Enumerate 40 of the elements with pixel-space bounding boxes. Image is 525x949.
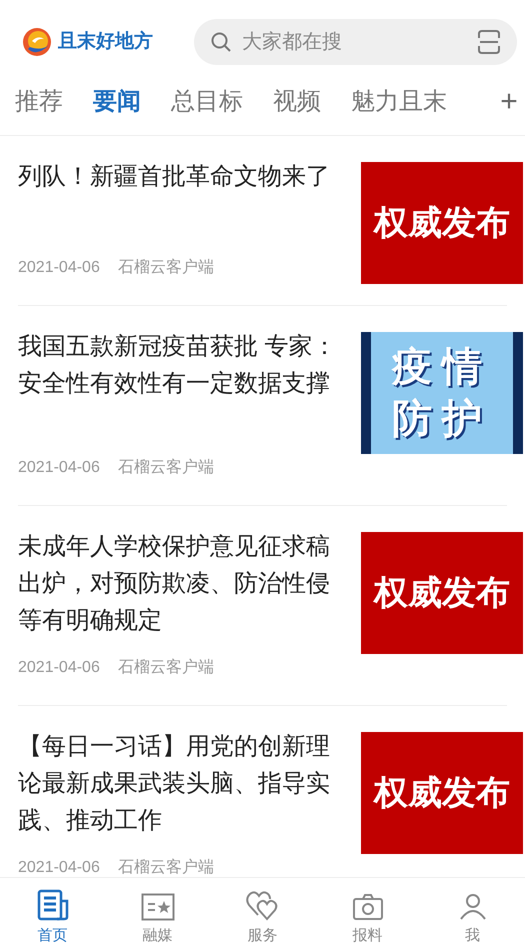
- hearts-icon: [246, 888, 280, 920]
- search-input[interactable]: 大家都在搜: [242, 19, 467, 65]
- thumbnail-banner[interactable]: 权威发布: [361, 162, 523, 284]
- star-card-icon: [140, 892, 174, 920]
- thumbnail-banner[interactable]: 权威发布: [361, 532, 523, 654]
- article-source: 石榴云客户端: [118, 258, 214, 278]
- article-title[interactable]: 【每日一习话】用党的创新理论最新成果武装头脑、指导实践、推动工作: [18, 728, 339, 839]
- category-tab[interactable]: 总目标: [171, 84, 243, 120]
- nav-tab[interactable]: 融媒: [105, 878, 210, 949]
- nav-tab[interactable]: 首页: [0, 878, 105, 949]
- banner-text: 权威发布: [374, 772, 510, 814]
- logo-icon: [22, 27, 52, 57]
- article-title[interactable]: 列队！新疆首批革命文物来了: [18, 158, 339, 195]
- article-source: 石榴云客户端: [118, 858, 214, 877]
- nav-tab[interactable]: 服务: [210, 878, 315, 949]
- banner-text: 防护: [392, 396, 492, 443]
- category-tab[interactable]: 视频: [273, 84, 321, 120]
- article-date: 2021-04-06: [18, 458, 100, 478]
- article-title[interactable]: 未成年人学校保护意见征求稿出炉，对预防欺凌、防治性侵等有明确规定: [18, 528, 339, 639]
- app-title: 且末好地方: [58, 30, 153, 54]
- nav-tab[interactable]: 报料: [315, 878, 420, 949]
- article-title[interactable]: 我国五款新冠疫苗获批 专家：安全性有效性有一定数据支撑: [18, 328, 339, 402]
- newspaper-icon: [36, 888, 68, 920]
- category-tab[interactable]: 推荐: [15, 84, 63, 120]
- search-field[interactable]: 大家都在搜: [194, 19, 517, 65]
- article-date: 2021-04-06: [18, 258, 100, 278]
- article-source: 石榴云客户端: [118, 458, 214, 478]
- banner-text: 疫情: [392, 344, 492, 391]
- search-icon: [210, 31, 232, 53]
- article-source: 石榴云客户端: [118, 658, 214, 678]
- nav-tab[interactable]: 我: [420, 878, 525, 949]
- category-tab[interactable]: 要闻: [93, 84, 141, 120]
- camera-icon: [352, 892, 384, 920]
- thumbnail-banner[interactable]: 权威发布: [361, 732, 523, 854]
- article-date: 2021-04-06: [18, 658, 100, 678]
- article-date: 2021-04-06: [18, 858, 100, 877]
- scan-icon[interactable]: [477, 29, 501, 55]
- banner-text: 权威发布: [374, 202, 510, 244]
- banner-text: 权威发布: [374, 572, 510, 614]
- category-tab[interactable]: 魅力且末: [351, 84, 447, 120]
